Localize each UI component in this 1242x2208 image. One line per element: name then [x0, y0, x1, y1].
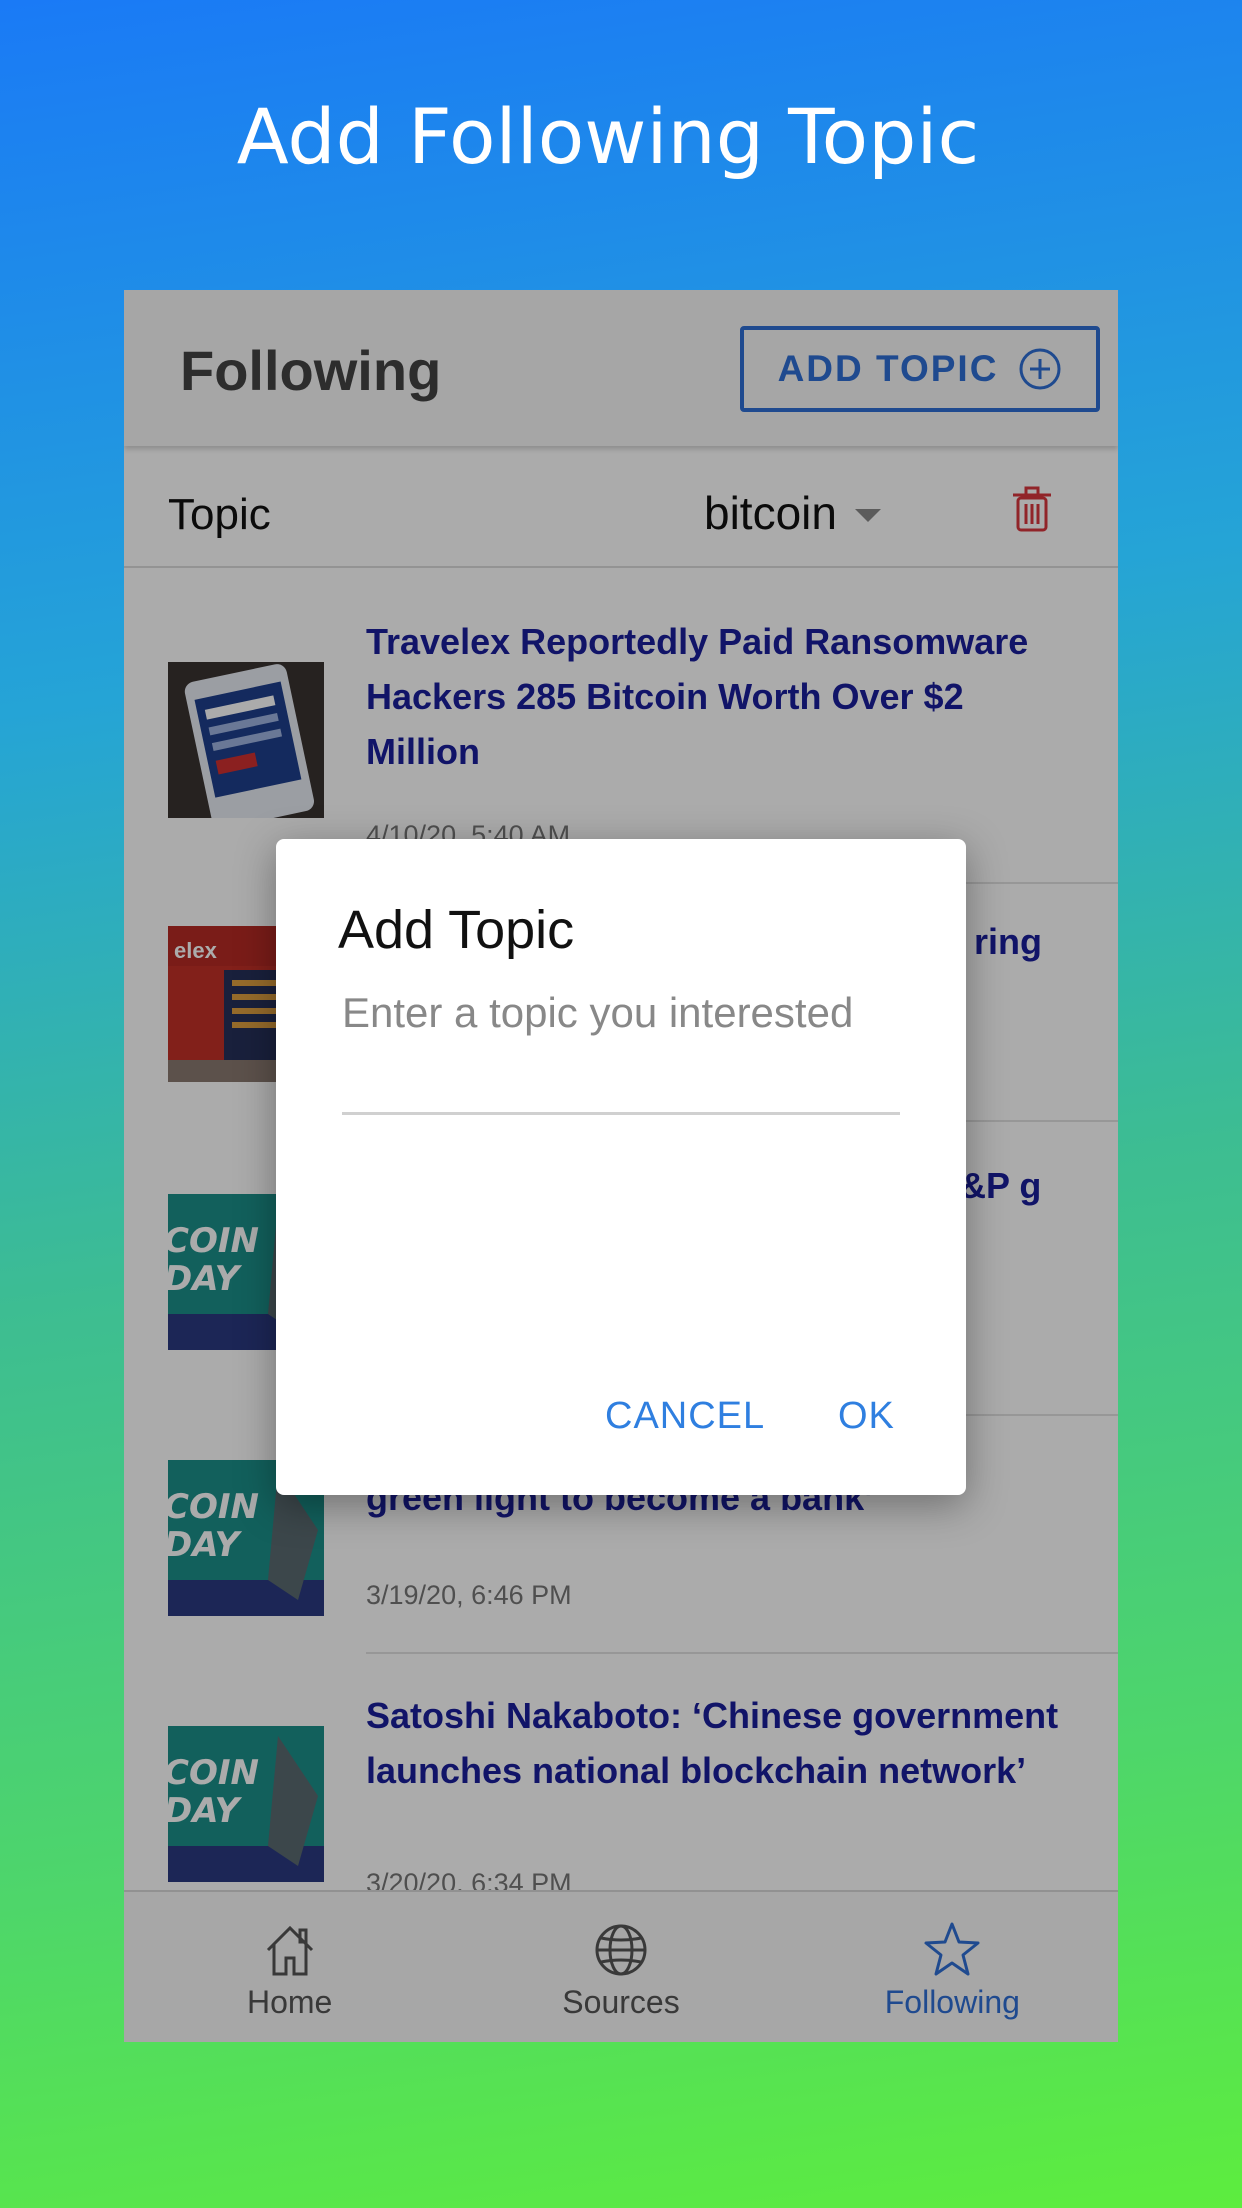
- topic-input[interactable]: [342, 989, 900, 1115]
- dialog-title: Add Topic: [338, 900, 575, 960]
- promo-title: Add Following Topic: [236, 92, 980, 181]
- ok-button[interactable]: OK: [838, 1395, 895, 1438]
- add-topic-dialog: Add Topic CANCEL OK: [276, 839, 966, 1495]
- cancel-button[interactable]: CANCEL: [605, 1395, 765, 1438]
